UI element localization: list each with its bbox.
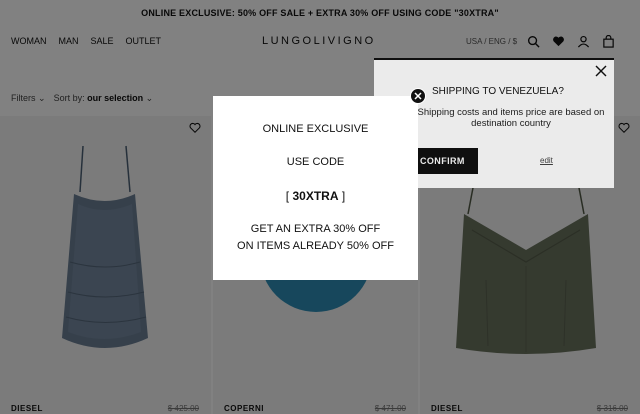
close-icon: [413, 91, 422, 100]
promo-modal: ONLINE EXCLUSIVE USE CODE [ 30XTRA ] GET…: [213, 88, 426, 280]
promo-code: [ 30XTRA ]: [213, 189, 418, 203]
modal-offer-line1: GET AN EXTRA 30% OFF: [250, 223, 381, 235]
code-bracket-close: ]: [341, 189, 346, 203]
modal-heading: ONLINE EXCLUSIVE: [262, 123, 369, 135]
promo-code-value: 30XTRA: [292, 189, 339, 203]
code-bracket-open: [: [285, 189, 290, 203]
modal-offer-line2: ON ITEMS ALREADY 50% OFF: [237, 240, 394, 252]
modal-use-code: USE CODE: [286, 156, 345, 168]
modal-close-button[interactable]: [410, 88, 426, 104]
